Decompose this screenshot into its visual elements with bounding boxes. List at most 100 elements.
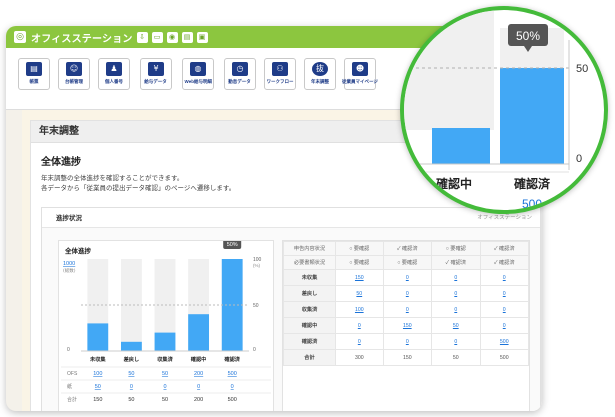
zoom-bar-right <box>500 68 564 164</box>
status-cell[interactable]: 500 <box>479 333 529 350</box>
row-label: 紙 <box>67 383 72 390</box>
tool-ledger[interactable]: ▤ 帳票 <box>18 58 50 90</box>
x-tick-label: 確認済 <box>224 355 240 363</box>
status-header-cell: ○ 要確認 <box>335 255 384 270</box>
bar-未収集 <box>87 323 109 351</box>
window-icon[interactable]: ▭ <box>151 31 163 43</box>
status-cell[interactable]: 0 <box>431 301 481 318</box>
status-cell[interactable]: 150 <box>335 269 384 286</box>
settings-icon[interactable]: ▣ <box>196 31 208 43</box>
status-link[interactable]: 0 <box>454 291 457 297</box>
tool-attendance[interactable]: ◷ 勤怠データ <box>224 58 256 90</box>
status-cell[interactable]: 0 <box>479 285 529 302</box>
status-cell[interactable]: 0 <box>335 333 384 350</box>
status-link[interactable]: 100 <box>355 307 364 313</box>
status-cell[interactable]: 50 <box>335 285 384 302</box>
status-link[interactable]: 0 <box>454 339 457 345</box>
status-header-row: 申告内容状況 ○ 要確認 ✓ 確認済 ○ 要確認 ✓ 確認済 <box>283 241 529 256</box>
document-icon[interactable]: ▤ <box>181 31 193 43</box>
row-value: 0 <box>197 384 200 390</box>
status-cell[interactable]: 50 <box>431 317 481 334</box>
status-row-label: 収集済 <box>283 301 336 318</box>
status-table: 申告内容状況 ○ 要確認 ✓ 確認済 ○ 要確認 ✓ 確認済 必要書類状況 ○ 要確認 ○ 要… <box>283 241 529 366</box>
zoom-label-left: 確認中 <box>436 176 472 191</box>
row-value: 0 <box>130 384 133 390</box>
y-unit-left: (総数) <box>63 267 76 274</box>
status-link[interactable]: 0 <box>358 339 361 345</box>
status-link[interactable]: 0 <box>406 339 409 345</box>
y-tick-right: 50 <box>253 303 259 309</box>
y-unit-right: (%) <box>253 263 260 268</box>
status-row-label: 合計 <box>283 349 336 366</box>
y-tick-left: 1000 <box>63 261 75 267</box>
x-tick-label: 未収集 <box>90 355 106 363</box>
status-table-card: 申告内容状況 ○ 要確認 ✓ 確認済 ○ 要確認 ✓ 確認済 必要書類状況 ○ 要確認 ○ 要… <box>282 240 530 411</box>
row-label: OFS <box>67 371 78 377</box>
status-row-label: 差戻し <box>283 285 336 302</box>
status-cell[interactable]: 100 <box>335 301 384 318</box>
status-link[interactable]: 0 <box>406 291 409 297</box>
status-cell[interactable]: 0 <box>382 333 433 350</box>
tool-label: 給与データ <box>144 79 168 85</box>
status-link[interactable]: 0 <box>454 307 457 313</box>
status-link[interactable]: 50 <box>356 291 362 297</box>
my-number-icon: ♟ <box>106 62 122 76</box>
status-header-cell: ✓ 確認済 <box>431 255 481 270</box>
tool-register[interactable]: ☺ 台帳管理 <box>58 58 90 90</box>
tool-workflow[interactable]: ⚇ ワークフロー <box>264 58 296 90</box>
description-line: 各データから「従業員の提出データ確認」のページへ遷移します。 <box>41 184 236 192</box>
status-link[interactable]: 150 <box>403 323 412 329</box>
app-logo-icon: ◎ <box>14 31 26 43</box>
zoom-tooltip-label: 50% <box>516 29 540 43</box>
status-cell: 50 <box>431 349 481 366</box>
status-header-label: 必要書類状況 <box>283 255 336 270</box>
status-cell[interactable]: 150 <box>382 317 433 334</box>
status-link[interactable]: 0 <box>406 275 409 281</box>
status-link[interactable]: 0 <box>503 323 506 329</box>
status-link[interactable]: 500 <box>500 339 509 345</box>
status-link[interactable]: 0 <box>454 275 457 281</box>
tool-web-payslip[interactable]: ◍ Web給与明細 <box>182 58 214 90</box>
status-cell[interactable]: 0 <box>479 269 529 286</box>
row-value: 0 <box>231 384 234 390</box>
status-link[interactable]: 50 <box>453 323 459 329</box>
status-header-label: 申告内容状況 <box>283 241 336 256</box>
table-row: 未収集 150 0 0 0 <box>283 269 529 286</box>
status-cell[interactable]: 0 <box>479 317 529 334</box>
status-link[interactable]: 0 <box>406 307 409 313</box>
status-cell[interactable]: 0 <box>382 269 433 286</box>
status-cell[interactable]: 0 <box>335 317 384 334</box>
status-link[interactable]: 0 <box>358 323 361 329</box>
web-payslip-icon: ◍ <box>190 62 206 76</box>
camera-icon[interactable]: ◉ <box>166 31 178 43</box>
status-cell[interactable]: 0 <box>479 301 529 318</box>
tool-year-end[interactable]: 抜 年末調整 <box>304 58 336 90</box>
status-link[interactable]: 150 <box>355 275 364 281</box>
tool-label: 従業員マイページ <box>342 79 378 85</box>
status-link[interactable]: 0 <box>503 275 506 281</box>
description-line: 年末調整の全体進捗を確認することができます。 <box>41 174 184 182</box>
row-value: 50 <box>162 371 168 377</box>
status-cell[interactable]: 0 <box>382 285 433 302</box>
tool-employee-page[interactable]: ☻ 従業員マイページ <box>342 58 378 90</box>
zoom-lens: 50% 50 0 確認中 確認済 500 <box>400 6 608 214</box>
tool-payroll-data[interactable]: ¥ 給与データ <box>140 58 172 90</box>
status-cell[interactable]: 0 <box>431 285 481 302</box>
bar-差戻し <box>120 341 142 351</box>
tool-label: 帳票 <box>29 79 39 85</box>
app-title: オフィスステーション <box>31 33 133 45</box>
row-value: 50 <box>128 371 134 377</box>
row-value: 500 <box>228 397 237 403</box>
workflow-icon: ⚇ <box>272 62 288 76</box>
status-cell[interactable]: 0 <box>382 301 433 318</box>
status-link[interactable]: 0 <box>503 291 506 297</box>
x-tick-label: 差戻し <box>124 355 140 363</box>
tool-my-number[interactable]: ♟ 個人番号 <box>98 58 130 90</box>
attendance-icon: ◷ <box>232 62 248 76</box>
status-row-label: 確認済 <box>283 333 336 350</box>
table-row: 差戻し 50 0 0 0 <box>283 285 529 302</box>
status-cell[interactable]: 0 <box>431 269 481 286</box>
download-icon[interactable]: ⇩ <box>136 31 148 43</box>
status-cell[interactable]: 0 <box>431 333 481 350</box>
status-link[interactable]: 0 <box>503 307 506 313</box>
